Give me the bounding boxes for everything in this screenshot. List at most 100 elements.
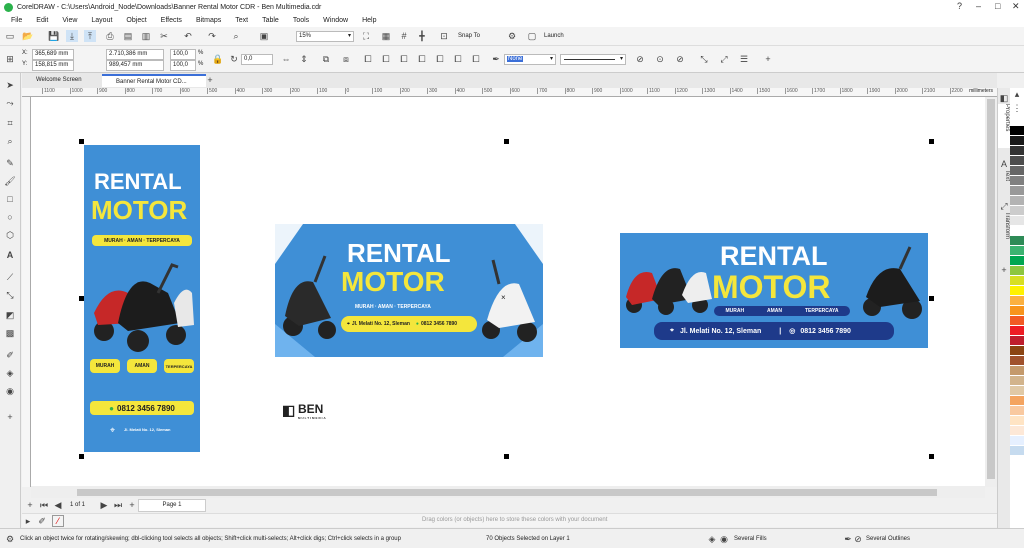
color-swatch[interactable] (1010, 116, 1024, 126)
add-tool-icon[interactable]: + (4, 411, 16, 423)
middle-banner[interactable]: RENTAL MOTOR MURAH · AMAN · TERPERCAYA ⌖… (275, 224, 543, 357)
print-icon[interactable]: ⎙ (104, 30, 116, 42)
zoom-level-select[interactable]: 15% ▾ (296, 31, 354, 42)
color-swatch[interactable] (1010, 386, 1024, 396)
lock-ratio-icon[interactable]: 🔒 (212, 53, 224, 65)
copy-icon[interactable]: ▤ (122, 30, 134, 42)
ellipse-tool-icon[interactable]: ○ (4, 211, 16, 223)
last-page-icon[interactable]: ⏭ (112, 499, 124, 511)
weld-icon[interactable]: ⧠ (380, 53, 392, 65)
color-swatch[interactable] (1010, 406, 1024, 416)
docker-text-icon[interactable]: A (998, 158, 1010, 170)
interactive-fill-icon[interactable]: ◈ (4, 367, 16, 379)
selection-handle[interactable] (79, 296, 84, 301)
color-swatch[interactable] (1010, 396, 1024, 406)
scale-x-field[interactable]: 100,0 (170, 49, 196, 60)
color-swatch[interactable] (1010, 356, 1024, 366)
selection-handle[interactable] (929, 139, 934, 144)
grid-icon[interactable]: # (398, 30, 410, 42)
color-swatch[interactable] (1010, 326, 1024, 336)
fill-icon[interactable]: ◈ (706, 533, 718, 545)
close-button[interactable]: ✕ (1012, 1, 1020, 12)
document-palette[interactable]: ▸ ✐ ⁄ Drag colors (or objects) here to s… (22, 513, 997, 527)
color-swatch[interactable] (1010, 136, 1024, 146)
export-icon[interactable]: ⤒ (84, 30, 96, 42)
menu-text[interactable]: Text (228, 17, 255, 24)
drop-shadow-icon[interactable]: ◩ (4, 309, 16, 321)
color-swatch[interactable] (1010, 216, 1024, 226)
menu-tools[interactable]: Tools (286, 17, 316, 24)
trim-icon[interactable]: ⧠ (398, 53, 410, 65)
publish-pdf-icon[interactable]: ▣ (258, 30, 270, 42)
docker-transform-icon[interactable]: ⤢ (998, 200, 1010, 212)
menu-file[interactable]: File (4, 17, 29, 24)
snap-to-menu[interactable]: Snap To (458, 33, 480, 39)
tab-text[interactable]: Text (998, 170, 1010, 192)
combine-icon[interactable]: ⧠ (362, 53, 374, 65)
save-icon[interactable]: 💾 (48, 30, 60, 42)
rotate-icon[interactable]: ↻ (228, 53, 240, 65)
selection-handle[interactable] (929, 454, 934, 459)
eyedropper-icon[interactable]: ✐ (4, 349, 16, 361)
convert-to-curves-icon[interactable]: ⊙ (654, 53, 666, 65)
help-icon[interactable]: ? (957, 1, 962, 11)
color-swatch[interactable] (1010, 186, 1024, 196)
outline-width-select[interactable]: None ▾ (504, 54, 556, 65)
tab-welcome-screen[interactable]: Welcome Screen (22, 74, 102, 87)
height-field[interactable]: 989,457 mm (106, 60, 164, 71)
maximize-button[interactable]: □ (995, 1, 1000, 11)
color-swatch[interactable] (1010, 236, 1024, 246)
launch-icon[interactable]: ▢ (526, 30, 538, 42)
mirror-horizontal-icon[interactable]: ⇔ (280, 53, 292, 65)
tab-document[interactable]: Banner Rental Motor CD... (102, 74, 206, 87)
quick-trace-icon[interactable]: ⤡ (698, 53, 710, 65)
front-minus-back-icon[interactable]: ⧠ (452, 53, 464, 65)
new-document-icon[interactable]: ▭ (4, 30, 16, 42)
width-field[interactable]: 2.710,386 mm (106, 49, 164, 60)
shape-tool-icon[interactable]: ⤳ (4, 97, 16, 109)
tab-transform[interactable]: Transform (998, 212, 1010, 252)
minimize-button[interactable]: – (976, 1, 981, 11)
group-icon[interactable]: ⧉ (320, 53, 332, 65)
next-page-icon[interactable]: ▶ (98, 499, 110, 511)
snap-icon[interactable]: ⊡ (438, 30, 450, 42)
color-swatch[interactable] (1010, 276, 1024, 286)
color-swatch[interactable] (1010, 166, 1024, 176)
color-swatch[interactable] (1010, 246, 1024, 256)
vertical-scrollbar[interactable] (985, 97, 997, 487)
edit-bitmap-icon[interactable]: ⤢ (718, 53, 730, 65)
rotation-angle-field[interactable]: 0,0 (241, 54, 273, 65)
redo-icon[interactable]: ↷ (206, 30, 218, 42)
text-tool-icon[interactable]: A (4, 249, 16, 261)
y-position-field[interactable]: 158,815 mm (32, 60, 74, 71)
color-swatch[interactable] (1010, 126, 1024, 136)
vertical-banner[interactable]: RENTAL MOTOR MURAH · AMAN · TERPERCAYA M… (84, 145, 200, 452)
object-origin-icon[interactable]: ⊞ (4, 53, 16, 65)
menu-table[interactable]: Table (255, 17, 286, 24)
line-style-select[interactable]: ▾ (560, 54, 626, 65)
status-settings-gear-icon[interactable]: ⚙ (4, 533, 16, 545)
color-swatch[interactable] (1010, 436, 1024, 446)
add-page-icon[interactable]: + (24, 499, 36, 511)
vertical-ruler[interactable] (22, 97, 31, 487)
menu-edit[interactable]: Edit (29, 17, 55, 24)
freehand-tool-icon[interactable]: ✎ (4, 157, 16, 169)
polygon-tool-icon[interactable]: ⬡ (4, 229, 16, 241)
add-page-end-icon[interactable]: + (126, 499, 138, 511)
color-swatch[interactable] (1010, 256, 1024, 266)
guidelines-icon[interactable]: ╋ (416, 30, 428, 42)
color-swatch[interactable] (1010, 176, 1024, 186)
paste-icon[interactable]: ▥ (140, 30, 152, 42)
zoom-tool-icon[interactable]: ⌕ (4, 135, 16, 147)
color-swatch[interactable] (1010, 146, 1024, 156)
selection-handle[interactable] (79, 454, 84, 459)
color-swatch[interactable] (1010, 296, 1024, 306)
open-icon[interactable]: 📂 (22, 30, 34, 42)
intersect-icon[interactable]: ⧠ (416, 53, 428, 65)
undo-icon[interactable]: ↶ (182, 30, 194, 42)
import-icon[interactable]: ⤓ (66, 30, 78, 42)
selection-handle[interactable] (504, 139, 509, 144)
back-minus-front-icon[interactable]: ⧠ (470, 53, 482, 65)
drawing-canvas[interactable]: RENTAL MOTOR MURAH · AMAN · TERPERCAYA M… (31, 97, 985, 486)
transparency-icon[interactable]: ▩ (4, 327, 16, 339)
